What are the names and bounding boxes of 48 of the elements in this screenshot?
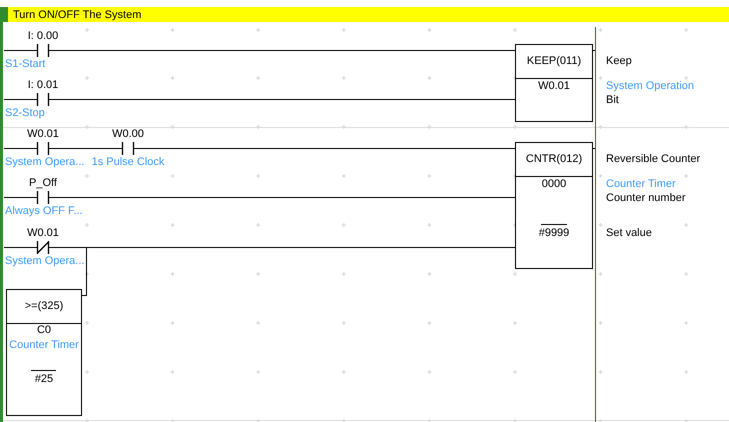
instruction-mnemonic: >=(325) [24, 300, 64, 312]
wire [4, 50, 38, 51]
wire [592, 148, 596, 149]
normally-open-contact[interactable] [36, 93, 50, 106]
contact-comment: System Opera... [5, 156, 84, 168]
operand-description: Keep [606, 54, 632, 67]
operand-comment: Counter Timer [9, 338, 79, 351]
operand-description: Counter number [606, 192, 686, 204]
normally-open-contact[interactable] [122, 142, 134, 155]
instruction-block[interactable] [515, 142, 593, 269]
wire [4, 197, 38, 198]
contact-address: P_Off [29, 176, 57, 189]
operand-value: #25 [34, 372, 54, 385]
normally-closed-contact[interactable] [36, 241, 50, 254]
normally-open-contact[interactable] [36, 191, 50, 204]
contact-address: W0.00 [112, 128, 144, 140]
contact-comment: 1s Pulse Clock [92, 156, 164, 168]
rung-title: Turn ON/OFF The System [13, 8, 142, 21]
contact-comment: S2-Stop [5, 106, 45, 119]
contact-address: I: 0.00 [28, 30, 58, 42]
wire [592, 50, 596, 51]
operand-description: Bit [606, 94, 619, 106]
constant-overline [30, 370, 56, 371]
operand-description: Reversible Counter [606, 152, 700, 165]
operand-value: 0000 [542, 178, 566, 190]
operand-value: C0 [36, 324, 52, 336]
contact-address: W0.01 [27, 128, 59, 140]
instruction-mnemonic: CNTR(012) [526, 152, 582, 165]
instruction-block[interactable] [515, 44, 593, 122]
wire [4, 247, 38, 248]
constant-overline [540, 224, 568, 225]
operand-description: Set value [606, 226, 652, 239]
contact-comment: S1-Start [5, 58, 46, 70]
operand-comment: Counter Timer [606, 178, 676, 190]
contact-comment: Always OFF F... [5, 204, 83, 217]
wire [4, 148, 38, 149]
wire [4, 99, 38, 100]
compare-block[interactable] [6, 289, 82, 416]
contact-comment: System Opera... [5, 254, 84, 267]
operand-value: W0.01 [538, 80, 570, 92]
normally-open-contact[interactable] [36, 142, 50, 155]
rung-marker [0, 7, 8, 22]
contact-address: I: 0.01 [28, 78, 58, 91]
operand-comment: System Operation [606, 80, 694, 92]
operand-value: #9999 [538, 226, 570, 239]
contact-address: W0.01 [27, 226, 59, 239]
normally-open-contact[interactable] [36, 44, 50, 57]
instruction-mnemonic: KEEP(011) [526, 54, 582, 67]
